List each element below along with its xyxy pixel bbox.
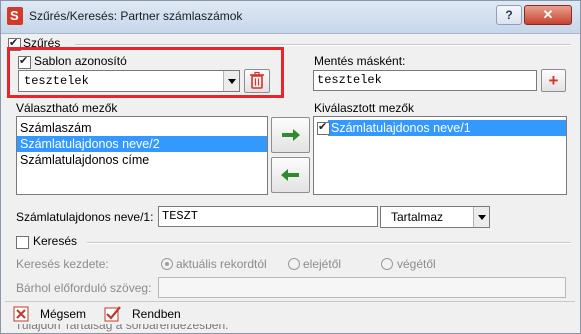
add-template-button[interactable]: + <box>541 69 566 92</box>
ok-label: Rendben <box>132 307 181 321</box>
list-item[interactable]: Számlaszám <box>17 120 267 136</box>
save-as-value: tesztelek <box>317 73 382 87</box>
search-start-label: Keresés kezdete: <box>16 257 109 271</box>
chevron-down-icon[interactable] <box>473 207 489 227</box>
title-bar[interactable]: Szűrés/Keresés: Partner számlaszámok ? ✕ <box>1 1 580 34</box>
template-select[interactable]: tesztelek <box>18 70 240 92</box>
selected-field-checkbox[interactable] <box>317 120 330 135</box>
help-button[interactable]: ? <box>496 5 522 25</box>
trash-icon <box>250 71 264 89</box>
search-checkbox[interactable] <box>16 236 29 249</box>
search-section-label: Keresés <box>33 234 78 248</box>
radio-from-start[interactable] <box>288 258 300 270</box>
template-label: Sablon azonosító <box>34 54 127 68</box>
operator-select[interactable]: Tartalmaz <box>380 206 490 228</box>
move-left-button[interactable] <box>271 157 310 193</box>
selected-fields-label: Kiválasztott mezők <box>314 101 415 115</box>
available-fields-list[interactable]: Számlaszám Számlatulajdonos neve/2 Száml… <box>16 116 268 195</box>
anywhere-text-label: Bárhol előforduló szöveg: <box>16 281 152 295</box>
field-condition-value: TESZT <box>162 209 199 223</box>
radio-from-end[interactable] <box>381 258 393 270</box>
field-condition-input[interactable]: TESZT <box>158 206 378 227</box>
selected-fields-list[interactable]: Számlatulajdonos neve/1 <box>313 116 567 195</box>
save-as-input[interactable]: tesztelek <box>313 70 537 91</box>
move-right-button[interactable] <box>271 117 310 153</box>
checkmark-icon <box>104 306 121 322</box>
operator-select-value: Tartalmaz <box>391 210 444 224</box>
dialog-window: Szűrés/Keresés: Partner számlaszámok ? ✕… <box>0 0 581 334</box>
list-item[interactable]: Számlatulajdonos címe <box>17 152 267 168</box>
filter-group-divider <box>75 44 571 46</box>
background-peek: Tulajdon Tartaiság a sorbarendezésben: <box>1 324 580 333</box>
radio-current-record[interactable] <box>161 258 173 270</box>
available-fields-label: Választható mezők <box>16 101 118 115</box>
field-condition-label: Számlatulajdonos neve/1: <box>16 210 154 224</box>
background-text: Tulajdon Tartaiság a sorbarendezésben: <box>15 324 229 332</box>
ok-button[interactable]: Rendben <box>104 306 224 322</box>
radio-from-end-label[interactable]: végétől <box>397 257 436 271</box>
delete-template-button[interactable] <box>244 69 270 93</box>
radio-current-record-label[interactable]: aktuális rekordtól <box>176 257 267 271</box>
arrow-right-icon <box>282 129 300 141</box>
arrow-left-icon <box>281 169 299 181</box>
footer-divider <box>5 301 575 302</box>
template-checkbox[interactable] <box>18 54 31 69</box>
list-item-selected[interactable]: Számlatulajdonos neve/2 <box>17 136 267 152</box>
cancel-x-icon <box>13 306 29 322</box>
cancel-label: Mégsem <box>40 307 87 321</box>
close-button[interactable]: ✕ <box>524 5 572 25</box>
chevron-down-icon[interactable] <box>223 71 239 91</box>
save-as-label: Mentés másként: <box>314 54 406 68</box>
radio-from-start-label[interactable]: elejétől <box>303 257 341 271</box>
search-group-divider <box>87 242 571 244</box>
window-title: Szűrés/Keresés: Partner számlaszámok <box>29 9 243 23</box>
template-select-value: tesztelek <box>24 74 89 88</box>
app-logo-icon <box>7 7 23 25</box>
list-item-selected[interactable]: Számlatulajdonos neve/1 <box>328 120 566 136</box>
anywhere-text-input[interactable] <box>158 277 566 298</box>
